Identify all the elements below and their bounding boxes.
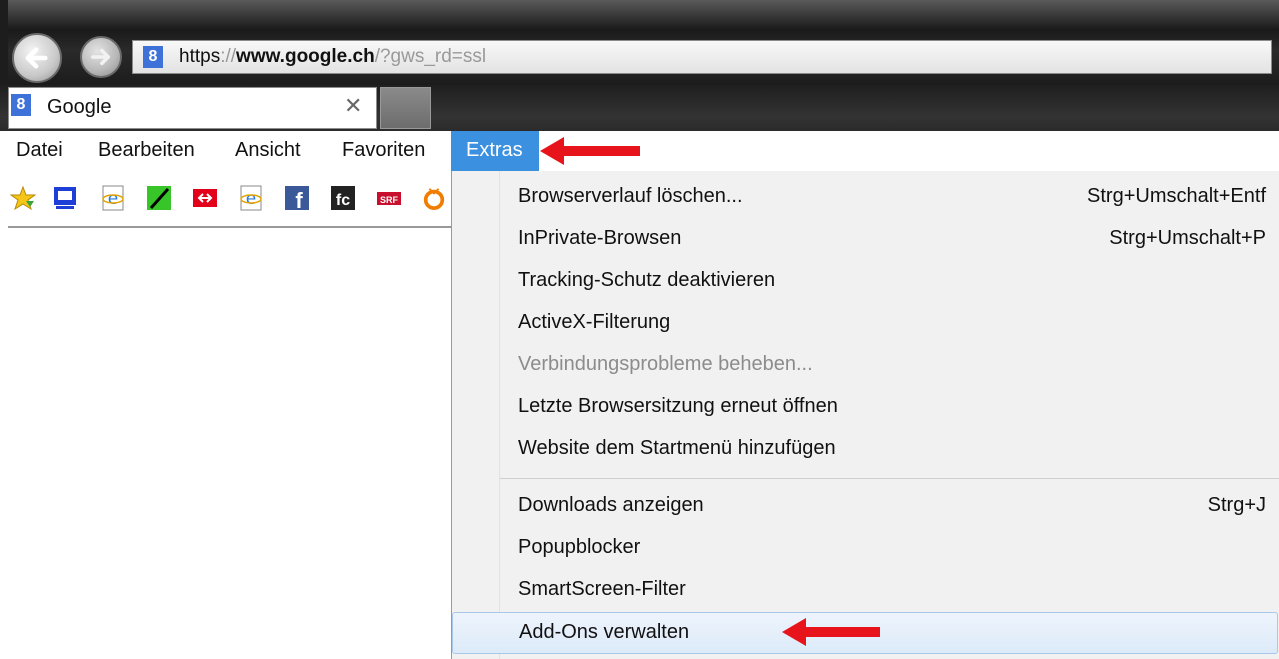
menu-bearbeiten[interactable]: Bearbeiten: [98, 139, 195, 162]
menu-item-label: Browserverlauf löschen...: [518, 185, 743, 207]
sbb-icon[interactable]: [192, 185, 218, 211]
arrow-right-icon: [91, 48, 111, 66]
google-favicon-icon: 8: [143, 46, 163, 68]
svg-text:SRF: SRF: [380, 195, 399, 205]
tab-title: Google: [47, 96, 112, 118]
forward-button[interactable]: [80, 36, 122, 78]
menu-item-label: SmartScreen-Filter: [518, 578, 686, 600]
srf-icon[interactable]: SRF: [376, 185, 402, 211]
menu-item-shortcut: Strg+J: [1207, 494, 1266, 516]
favorites-star-icon[interactable]: [10, 185, 36, 211]
menu-extras[interactable]: Extras: [451, 131, 539, 171]
url-separator: ://: [220, 46, 237, 67]
close-icon[interactable]: ✕: [344, 94, 362, 119]
address-url[interactable]: https://www.google.ch/?gws_rd=ssl: [179, 46, 486, 68]
menu-extras-label: Extras: [466, 139, 523, 161]
address-bar[interactable]: 8 https://www.google.ch/?gws_rd=ssl: [132, 40, 1272, 74]
menu-item-label: ActiveX-Filterung: [518, 311, 671, 333]
svg-text:fc: fc: [336, 192, 350, 209]
menu-item-tracking-schutz[interactable]: Tracking-Schutz deaktivieren: [452, 261, 1278, 302]
menu-item-verbindungsprobleme: Verbindungsprobleme beheben...: [452, 345, 1278, 386]
menu-item-label: Add-Ons verwalten: [519, 621, 690, 643]
fc-icon[interactable]: fc: [330, 185, 356, 211]
ie-page-icon[interactable]: e: [238, 185, 264, 211]
svg-text:e: e: [108, 189, 118, 209]
menu-item-label: Downloads anzeigen: [518, 494, 704, 516]
svg-text:f: f: [295, 188, 303, 211]
url-path: /?gws_rd=ssl: [374, 46, 487, 67]
menu-item-popupblocker[interactable]: Popupblocker: [452, 528, 1278, 569]
annotation-arrow-icon: [540, 137, 640, 165]
orange-tv-icon[interactable]: [422, 185, 446, 211]
menu-item-letzte-browsersitzung[interactable]: Letzte Browsersitzung erneut öffnen: [452, 387, 1278, 428]
menu-item-smartscreen-filter[interactable]: SmartScreen-Filter: [452, 570, 1278, 611]
menu-datei[interactable]: Datei: [16, 139, 63, 162]
menu-item-inprivate-browsen[interactable]: InPrivate-Browsen Strg+Umschalt+P: [452, 219, 1278, 260]
menu-item-label: Tracking-Schutz deaktivieren: [518, 269, 776, 291]
menu-item-browserverlauf-loeschen[interactable]: Browserverlauf löschen... Strg+Umschalt+…: [452, 177, 1278, 218]
menu-item-activex-filterung[interactable]: ActiveX-Filterung: [452, 303, 1278, 344]
screen-icon[interactable]: [52, 185, 78, 211]
google-favicon-icon: 8: [11, 94, 31, 116]
menu-item-label: Verbindungsprobleme beheben...: [518, 353, 813, 375]
menu-bar: Datei Bearbeiten Ansicht Favoriten: [8, 131, 1279, 171]
menu-ansicht[interactable]: Ansicht: [235, 139, 301, 162]
favorites-bar: e e f fc SRF: [8, 171, 452, 228]
svg-text:e: e: [246, 189, 256, 209]
menu-item-shortcut: Strg+Umschalt+Entf: [1087, 185, 1266, 207]
arrow-left-icon: [25, 47, 48, 69]
menu-separator: [500, 478, 1279, 479]
menu-favoriten[interactable]: Favoriten: [342, 139, 425, 162]
url-scheme: https: [179, 46, 221, 67]
menu-item-label: Website dem Startmenü hinzufügen: [518, 437, 836, 459]
ie-page-icon[interactable]: e: [100, 185, 126, 211]
menu-item-website-startmenue[interactable]: Website dem Startmenü hinzufügen: [452, 429, 1278, 470]
green-slash-icon[interactable]: [146, 185, 172, 211]
url-host: www.google.ch: [236, 46, 375, 67]
facebook-icon[interactable]: f: [284, 185, 310, 211]
annotation-arrow-icon: [782, 618, 880, 646]
menu-item-label: Popupblocker: [518, 536, 641, 558]
back-button[interactable]: [12, 33, 62, 83]
new-tab-button[interactable]: [380, 87, 431, 129]
menu-item-label: Letzte Browsersitzung erneut öffnen: [518, 395, 838, 417]
tab-google[interactable]: 8 Google ✕: [8, 87, 377, 129]
menu-item-shortcut: Strg+Umschalt+P: [1109, 227, 1266, 249]
menu-item-downloads-anzeigen[interactable]: Downloads anzeigen Strg+J: [452, 486, 1278, 527]
menu-item-label: InPrivate-Browsen: [518, 227, 682, 249]
